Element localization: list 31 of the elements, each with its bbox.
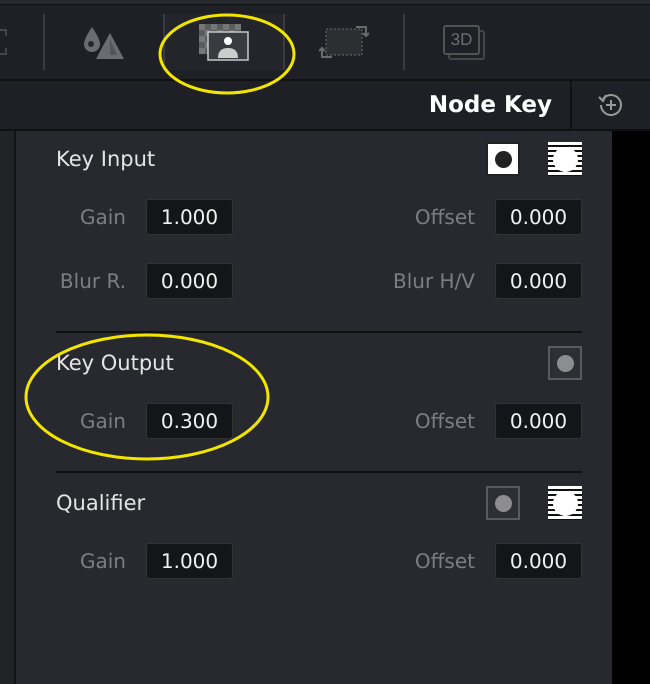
dot-toggle[interactable] (486, 142, 520, 176)
section-title: Key Output (56, 351, 174, 375)
field-label: Offset (414, 409, 475, 433)
field-label: Offset (414, 549, 475, 573)
field-label: Blur H/V (392, 269, 475, 293)
number-field[interactable]: 0.000 (495, 199, 582, 235)
number-field[interactable]: 0.000 (495, 263, 582, 299)
field-label: Blur R. (58, 269, 126, 293)
field-label: Offset (414, 205, 475, 229)
number-field[interactable]: 0.000 (146, 263, 233, 299)
field-label: Gain (79, 409, 126, 433)
matte-toggle[interactable] (548, 486, 582, 520)
section-title: Key Input (56, 147, 156, 171)
dot-toggle[interactable] (548, 346, 582, 380)
tool-button[interactable] (165, 14, 283, 70)
dot-toggle[interactable] (486, 486, 520, 520)
number-field[interactable]: 1.000 (146, 543, 233, 579)
bracket-icon (0, 27, 10, 57)
number-field[interactable]: 0.300 (146, 403, 233, 439)
matte-toggle[interactable] (548, 142, 582, 176)
panel-title: Node Key (428, 92, 552, 118)
field-label: Gain (79, 549, 126, 573)
field-label: Gain (79, 205, 126, 229)
number-field[interactable]: 0.000 (495, 543, 582, 579)
resize-arrows-icon (319, 24, 369, 60)
section-title: Qualifier (56, 491, 146, 515)
person-matte-icon (197, 22, 251, 62)
drop-triangle-icon (82, 25, 126, 59)
number-field[interactable]: 1.000 (146, 199, 233, 235)
reset-icon (597, 91, 625, 119)
number-field[interactable]: 0.000 (495, 403, 582, 439)
